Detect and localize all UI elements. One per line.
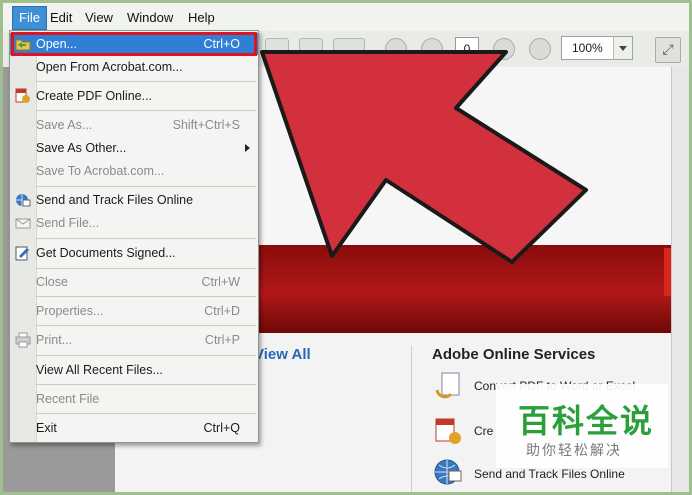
- menu-separator: [36, 355, 256, 356]
- menu-item-recent-file[interactable]: Recent File: [10, 388, 258, 410]
- menu-item-label: Save To Acrobat.com...: [36, 164, 165, 178]
- print-icon[interactable]: [299, 38, 323, 60]
- menu-item-label: Close: [36, 275, 68, 289]
- convert-pdf-icon: [435, 372, 460, 399]
- watermark-subtitle: 助你轻松解决: [526, 442, 622, 458]
- menu-separator: [36, 268, 256, 269]
- email-icon[interactable]: [333, 38, 365, 60]
- menu-item-properties[interactable]: Properties... Ctrl+D: [10, 300, 258, 322]
- chevron-right-icon: [245, 144, 250, 152]
- menu-item-label: Open From Acrobat.com...: [36, 60, 183, 74]
- menu-item-label: Recent File: [36, 392, 100, 406]
- file-menu-dropdown: Open... Ctrl+O Open From Acrobat.com... …: [9, 30, 259, 443]
- next-page-icon[interactable]: [421, 38, 443, 60]
- panel-divider: [411, 346, 412, 492]
- menu-item-label: Save As...: [36, 118, 93, 132]
- menu-separator: [36, 296, 256, 297]
- menu-item-shortcut: Ctrl+D: [204, 304, 240, 318]
- menu-view[interactable]: View: [85, 10, 113, 25]
- menu-separator: [36, 238, 256, 239]
- menu-item-create-pdf-online[interactable]: Create PDF Online...: [10, 85, 258, 107]
- menu-item-label: Save As Other...: [36, 141, 127, 155]
- service-send-track[interactable]: Send and Track Files Online: [474, 467, 625, 481]
- zoom-in-icon[interactable]: [529, 38, 551, 60]
- menu-item-label: Send File...: [36, 216, 100, 230]
- menu-item-save-as-other[interactable]: Save As Other...: [10, 137, 258, 159]
- watermark: 百科全说 助你轻松解决: [496, 384, 668, 468]
- watermark-title: 百科全说: [518, 403, 655, 439]
- zoom-select[interactable]: 100%: [561, 36, 633, 60]
- menu-help[interactable]: Help: [188, 10, 215, 25]
- menu-item-close[interactable]: Close Ctrl+W: [10, 271, 258, 293]
- menu-file[interactable]: File: [12, 6, 47, 30]
- menu-bar: File Edit View Window Help: [3, 3, 689, 32]
- previous-page-icon[interactable]: [385, 38, 407, 60]
- menu-item-save-to-acrobat[interactable]: Save To Acrobat.com...: [10, 160, 258, 182]
- menu-item-label: View All Recent Files...: [36, 363, 163, 377]
- menu-item-save-as[interactable]: Save As... Shift+Ctrl+S: [10, 114, 258, 136]
- menu-separator: [36, 413, 256, 414]
- signature-icon: [15, 246, 29, 261]
- menu-item-shortcut: Ctrl+Q: [203, 421, 240, 435]
- create-pdf-icon: [15, 88, 30, 103]
- menu-item-label: Get Documents Signed...: [36, 246, 176, 260]
- envelope-icon: [15, 218, 31, 229]
- menu-item-open-from-acrobat[interactable]: Open From Acrobat.com...: [10, 56, 258, 78]
- menu-item-label: Exit: [36, 421, 57, 435]
- menu-item-shortcut: Shift+Ctrl+S: [172, 118, 240, 132]
- menu-item-send-file[interactable]: Send File...: [10, 212, 258, 234]
- menu-separator: [36, 110, 256, 111]
- chevron-down-icon[interactable]: [613, 37, 632, 59]
- menu-item-shortcut: Ctrl+W: [201, 275, 240, 289]
- menu-item-exit[interactable]: Exit Ctrl+Q: [10, 417, 258, 439]
- service-create-pdf[interactable]: Cre: [474, 424, 493, 438]
- menu-item-get-documents-signed[interactable]: Get Documents Signed...: [10, 242, 258, 264]
- menu-item-label: Send and Track Files Online: [36, 193, 194, 207]
- menu-item-label: Properties...: [36, 304, 104, 318]
- view-all-link[interactable]: View All: [254, 346, 311, 363]
- create-pdf-icon: [435, 418, 461, 444]
- menu-item-send-and-track[interactable]: Send and Track Files Online: [10, 189, 258, 211]
- menu-window[interactable]: Window: [127, 10, 173, 25]
- expand-icon[interactable]: ⤢: [655, 37, 681, 63]
- page-number-field[interactable]: 0: [455, 37, 479, 61]
- menu-separator: [36, 186, 256, 187]
- menu-edit[interactable]: Edit: [50, 10, 72, 25]
- menu-separator: [36, 81, 256, 82]
- menu-separator: [36, 384, 256, 385]
- menu-item-label: Create PDF Online...: [36, 89, 153, 103]
- menu-separator: [36, 325, 256, 326]
- globe-icon: [434, 459, 462, 485]
- zoom-value: 100%: [572, 41, 603, 55]
- menu-item-label: Print...: [36, 333, 73, 347]
- menu-item-print[interactable]: Print... Ctrl+P: [10, 329, 258, 351]
- menu-file-label: File: [19, 10, 40, 25]
- online-services-title: Adobe Online Services: [432, 346, 596, 363]
- scrollbar[interactable]: [671, 67, 689, 492]
- annotation-highlight-box: [11, 32, 257, 56]
- zoom-out-icon[interactable]: [493, 38, 515, 60]
- printer-icon: [15, 332, 31, 348]
- menu-item-view-all-recent[interactable]: View All Recent Files...: [10, 359, 258, 381]
- globe-icon: [16, 194, 31, 207]
- save-icon[interactable]: [265, 38, 289, 60]
- menu-item-shortcut: Ctrl+P: [204, 333, 240, 347]
